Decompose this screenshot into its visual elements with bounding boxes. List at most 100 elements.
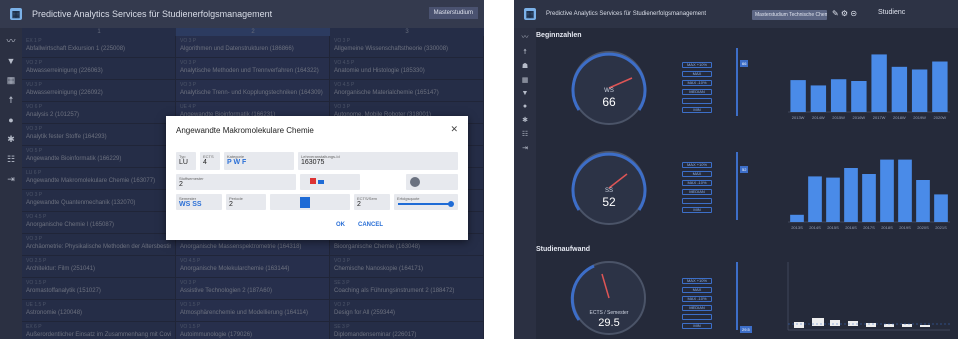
dialog-title: Angewandte Makromolekulare Chemie <box>176 126 314 135</box>
threshold-button[interactable]: MEDIAN <box>682 305 712 311</box>
app-title: Predictive Analytics Services für Studie… <box>32 9 273 19</box>
kategorie-value[interactable]: P W F <box>227 159 246 166</box>
circle-icon[interactable]: ● <box>0 115 22 125</box>
slider-marker: 66 <box>740 60 749 67</box>
typ-value: LU <box>179 159 188 166</box>
users-icon[interactable]: ☷ <box>0 154 22 165</box>
logout-icon[interactable]: ⇥ <box>514 144 536 152</box>
program-select[interactable]: Masterstudium Technische Chemie (M <box>752 10 827 20</box>
threshold-button[interactable]: MAX -10% <box>682 180 712 186</box>
chart-bar <box>790 214 804 222</box>
ects-sem-value[interactable]: 2 <box>357 201 361 208</box>
circle-icon[interactable]: ● <box>514 103 536 110</box>
slider-handle[interactable] <box>448 201 454 207</box>
threshold-button[interactable]: MIN <box>682 207 712 213</box>
left-screenshot: ▦ Predictive Analytics Services für Stud… <box>0 0 484 339</box>
gauge-value: 66 <box>602 95 616 109</box>
chart-bar <box>826 177 840 222</box>
lva-value[interactable]: 163075 <box>301 159 324 166</box>
chart-bar <box>790 80 806 112</box>
person-icon[interactable]: ☨ <box>0 95 22 106</box>
chart-bar <box>932 61 948 112</box>
chart-bar <box>891 66 908 112</box>
tick-label: 2015W <box>832 115 845 120</box>
cancel-button[interactable]: CANCEL <box>358 222 383 228</box>
threshold-button[interactable] <box>682 98 712 104</box>
box <box>920 325 930 327</box>
threshold-button[interactable]: MIN <box>682 323 712 329</box>
tick-label: 2016W <box>853 115 866 120</box>
slider-marker: 29.5 <box>740 326 752 333</box>
chart-bar-red <box>310 178 316 184</box>
threshold-button[interactable]: MAX -10% <box>682 80 712 86</box>
beginnzahlen-ss-chart: 2013S 2014S 2015S 2016S 2017S 2018S 2019S 2020S… <box>788 159 950 230</box>
gear-icon[interactable]: ✱ <box>514 116 536 124</box>
distribution-chart <box>300 174 360 190</box>
threshold-button[interactable]: MAX +10% <box>682 278 712 284</box>
slider-marker: 52 <box>740 166 749 173</box>
ects-field: ECTS 4 <box>200 152 220 170</box>
ok-button[interactable]: OK <box>336 222 345 228</box>
filter-icon[interactable]: ▼ <box>514 90 536 97</box>
ects-sem-field: ECTS/Sem 2 <box>354 194 390 210</box>
periode-value[interactable]: 2 <box>229 201 233 208</box>
chart-bar <box>880 159 894 222</box>
threshold-button[interactable]: MAX +10% <box>682 62 712 68</box>
pie-chart-field <box>406 174 458 190</box>
chart-bar <box>810 85 827 112</box>
threshold-button[interactable] <box>682 198 712 204</box>
range-slider[interactable] <box>736 48 738 116</box>
gauge-label: WS <box>604 88 614 94</box>
threshold-button[interactable]: MEDIAN <box>682 89 712 95</box>
semester-value[interactable]: WS SS <box>179 201 202 208</box>
beginnzahlen-ws-chart: 2013W 2014W 2015W 2016W 2017W 2018W 2019W 2020W <box>788 54 950 120</box>
gauge-ss: SS 52 <box>571 151 647 225</box>
trend-icon[interactable]: 〰 <box>514 32 536 42</box>
chart-bar <box>898 159 912 222</box>
section-beginnzahlen: Beginnzahlen <box>536 32 582 39</box>
grid-icon[interactable]: ▦ <box>514 76 536 84</box>
close-icon[interactable]: ✕ <box>450 124 458 135</box>
threshold-button[interactable]: MAX -10% <box>682 296 712 302</box>
chart-bar <box>862 174 876 222</box>
logout-icon[interactable]: ⇥ <box>0 174 22 185</box>
left-sidebar: 〰 ▼ ▦ ☨ ● ✱ ☷ ⇥ <box>0 28 22 339</box>
settings-icons[interactable]: ✎ ⚙ ⊝ <box>832 9 857 18</box>
threshold-button[interactable]: MIN <box>682 107 712 113</box>
box <box>794 322 804 328</box>
box <box>902 324 912 327</box>
threshold-button[interactable]: MAX <box>682 71 712 77</box>
tick-label: 2020S <box>917 225 929 230</box>
threshold-button[interactable]: MAX <box>682 171 712 177</box>
range-slider[interactable] <box>736 262 738 330</box>
stoffsemester-value[interactable]: 2 <box>179 181 183 188</box>
grid-icon[interactable]: ▦ <box>0 75 22 86</box>
threshold-button[interactable]: MEDIAN <box>682 189 712 195</box>
right-sidebar: 〰 ☨ ☗ ▦ ▼ ● ✱ ☷ ⇥ <box>514 28 536 339</box>
trend-icon[interactable]: 〰 <box>0 34 22 47</box>
gear-icon[interactable]: ✱ <box>0 134 22 145</box>
tick-label: 2013W <box>792 115 805 120</box>
program-select[interactable]: Masterstudium <box>428 7 478 19</box>
typ-field: Typ LU <box>176 152 196 170</box>
filter-icon[interactable]: ▼ <box>0 56 22 66</box>
person-icon[interactable]: ☨ <box>514 48 536 56</box>
erfolg-slider[interactable] <box>398 203 450 205</box>
right-header: ▦ Predictive Analytics Services für Stud… <box>514 0 958 28</box>
gauge-ws: WS 66 <box>571 51 647 125</box>
tick-label: 2017W <box>873 115 886 120</box>
threshold-button[interactable]: MAX +10% <box>682 162 712 168</box>
grad-icon[interactable]: ☗ <box>514 62 536 70</box>
range-slider[interactable] <box>736 152 738 220</box>
box <box>866 323 876 327</box>
kategorie-field: Kategorie P W F <box>224 152 294 170</box>
box <box>812 318 824 326</box>
threshold-button[interactable] <box>682 314 712 320</box>
users-icon[interactable]: ☷ <box>514 130 536 138</box>
chart-bar <box>844 168 858 222</box>
periode-field: Periode 2 <box>226 194 266 210</box>
app-logo: ▦ <box>524 8 536 20</box>
chart-bar <box>830 79 847 112</box>
threshold-button[interactable]: MAX <box>682 287 712 293</box>
tick-label: 2013S <box>791 225 803 230</box>
